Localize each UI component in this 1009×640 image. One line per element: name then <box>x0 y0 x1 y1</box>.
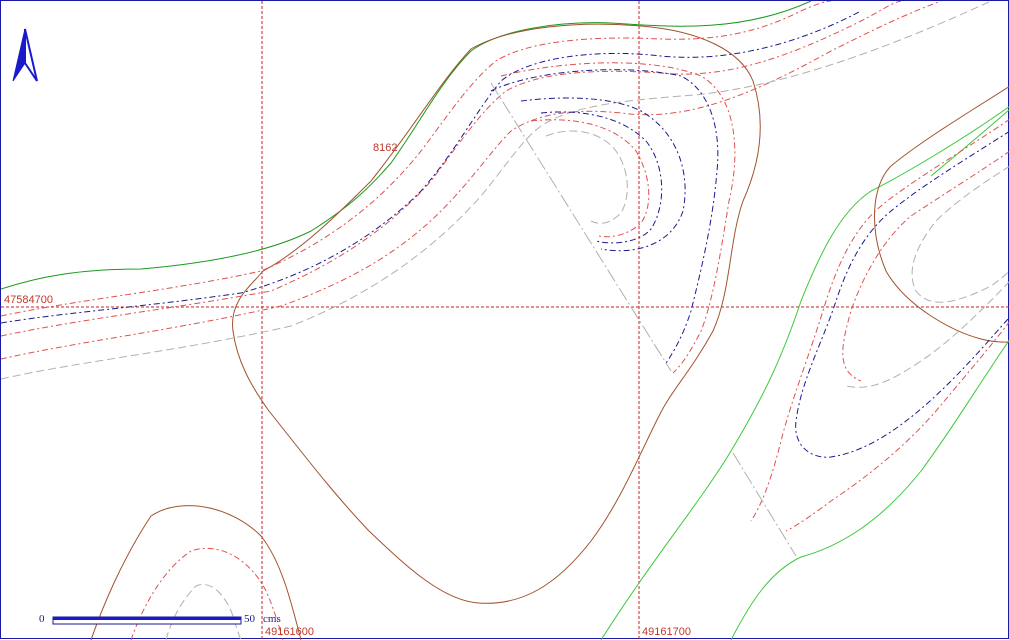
red-contour-line <box>1 1 902 337</box>
blue-contour-line <box>795 131 1009 458</box>
light-green-contour-line <box>600 106 1009 640</box>
gray-contour-line <box>845 281 1009 388</box>
red-contour-line <box>500 62 736 374</box>
map-drawing <box>1 1 1009 640</box>
gray-contour-line <box>1 1 992 380</box>
blue-contour-line <box>520 97 686 252</box>
gray-contour-line <box>911 166 1009 303</box>
light-green-contour-line <box>730 339 1009 640</box>
grid-label-northing: 47584700 <box>4 294 53 306</box>
scale-end-label: 50 <box>244 613 255 625</box>
light-green-contour-line <box>930 109 1009 177</box>
parcel-boundary <box>232 23 761 604</box>
blue-contour-line <box>540 111 663 244</box>
green-contour-line <box>1 1 812 290</box>
blue-contour-line <box>1 10 862 324</box>
gray-boundary-line <box>490 82 672 372</box>
gray-contour-line <box>165 583 242 640</box>
brown-contour-line <box>874 86 1009 343</box>
map-canvas[interactable]: 8162 47584700 49161600 49161700 0 50 cms <box>0 0 1009 640</box>
blue-contour-line <box>490 69 719 364</box>
scale-bar <box>52 616 242 625</box>
red-contour-line <box>530 119 650 238</box>
red-contour-line <box>785 321 1009 532</box>
grid-label-easting-left: 49161600 <box>265 626 314 638</box>
gray-boundary-line <box>732 452 797 557</box>
red-contour-line <box>130 547 284 640</box>
north-arrow-icon <box>12 28 38 82</box>
scale-start-label: 0 <box>39 613 45 625</box>
parcel-number-label: 8162 <box>373 142 398 154</box>
gray-contour-line <box>545 130 628 224</box>
scale-unit-label: cms <box>263 613 281 625</box>
grid-label-easting-right: 49161700 <box>642 626 691 638</box>
